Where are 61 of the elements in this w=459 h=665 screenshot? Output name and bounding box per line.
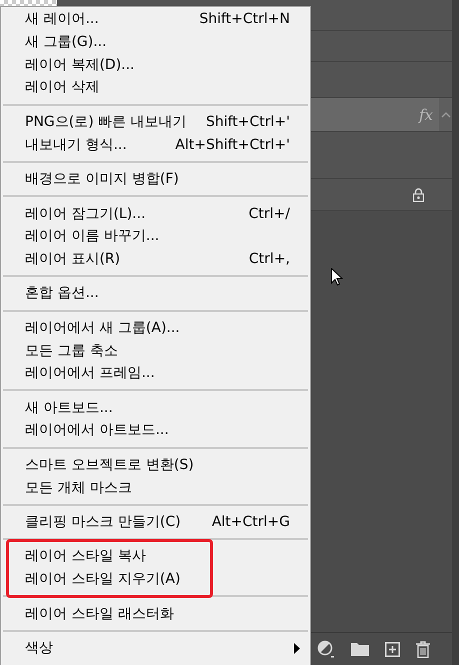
shortcut-label: Ctrl+,: [248, 250, 290, 267]
menu-item-label: 레이어 삭제: [25, 78, 100, 96]
menu-item[interactable]: 모든 개체 마스크: [1, 476, 310, 499]
new-layer-icon[interactable]: [385, 642, 400, 656]
menu-item-label: 레이어 스타일 지우기(A): [25, 570, 182, 588]
menu-item-label: 레이어 스타일 복사: [25, 547, 147, 566]
menu-item-label: 레이어 복제(D)...: [25, 56, 136, 74]
menu-item-label: 레이어 스타일 래스터화: [25, 604, 175, 623]
menu-item[interactable]: 레이어 스타일 래스터화: [1, 602, 310, 625]
trash-icon[interactable]: [416, 640, 430, 658]
menu-item[interactable]: 레이어 이름 바꾸기...: [1, 224, 310, 248]
folder-icon[interactable]: [351, 642, 369, 656]
menu-item-label: 레이어 이름 바꾸기...: [25, 227, 160, 246]
menu-item-label: 배경으로 이미지 병합(F): [25, 170, 180, 188]
menu-item[interactable]: 레이어에서 새 그룹(A)...: [1, 316, 310, 340]
menu-item[interactable]: 스마트 오브젝트로 변환(S): [1, 453, 310, 476]
menu-item[interactable]: 레이어 삭제: [1, 76, 310, 99]
menu-item-label: 내보내기 형식...: [25, 136, 128, 154]
menu-item[interactable]: 레이어 잠그기(L)... Ctrl+/: [1, 202, 310, 225]
mouse-pointer-icon: [331, 268, 343, 286]
adjustment-icon[interactable]: [317, 640, 335, 658]
menu-item[interactable]: 혼합 옵션...: [1, 282, 310, 305]
menu-item[interactable]: 새 아트보드...: [1, 396, 310, 419]
menu-item[interactable]: 배경으로 이미지 병합(F): [1, 168, 310, 190]
menu-item-label: 모든 그룹 축소: [25, 342, 119, 360]
menu-item-label: 레이어에서 새 그룹(A)...: [25, 318, 181, 337]
menu-item-label: 새 레이어...: [25, 10, 100, 28]
shortcut-label: Alt+Shift+Ctrl+': [175, 136, 290, 153]
menu-item-label: 모든 개체 마스크: [25, 478, 133, 496]
menu-item-label: 레이어 잠그기(L)...: [25, 204, 147, 222]
menu-item[interactable]: 레이어에서 프레임...: [1, 362, 310, 385]
shortcut-label: Alt+Ctrl+G: [212, 514, 290, 530]
menu-item[interactable]: 레이어에서 아트보드...: [1, 419, 310, 442]
menu-item[interactable]: PNG으(로) 빠른 내보내기 Shift+Ctrl+': [1, 110, 310, 134]
lock-icon: [413, 188, 424, 202]
menu-item[interactable]: 새 레이어... Shift+Ctrl+N: [1, 8, 310, 31]
menu-item-label: 레이어에서 아트보드...: [25, 421, 170, 440]
menu-item-label: 새 아트보드...: [25, 398, 114, 417]
menu-item[interactable]: 레이어 복제(D)...: [1, 53, 310, 76]
menu-item[interactable]: 내보내기 형식... Alt+Shift+Ctrl+': [1, 133, 310, 156]
shortcut-label: Shift+Ctrl+': [206, 114, 290, 130]
menu-item[interactable]: 레이어 표시(R) Ctrl+,: [1, 248, 310, 270]
menu-item[interactable]: 레이어 스타일 지우기(A): [1, 568, 310, 590]
menu-item-label: 클리핑 마스크 만들기(C): [25, 512, 182, 531]
menu-item-label: PNG으(로) 빠른 내보내기: [25, 112, 188, 131]
menu-item-label: 혼합 옵션...: [25, 284, 100, 302]
menu-item-label: 레이어 표시(R): [25, 250, 122, 268]
scrollbar[interactable]: [452, 0, 459, 665]
menu-item-label: 새 그룹(G)...: [25, 33, 108, 52]
menu-item-label: 레이어에서 프레임...: [25, 364, 156, 382]
menu-item[interactable]: 새 그룹(G)...: [1, 30, 310, 54]
menu-item-label: 스마트 오브젝트로 변환(S): [25, 456, 195, 474]
checker-pattern: [0, 0, 57, 6]
effects-label: fx: [418, 106, 433, 124]
shortcut-label: Ctrl+/: [248, 206, 290, 222]
shortcut-label: Shift+Ctrl+N: [199, 11, 290, 28]
menu-item-label: 색상: [25, 639, 54, 658]
menu-item[interactable]: 색상: [1, 636, 310, 660]
menu-item[interactable]: 클리핑 마스크 만들기(C) Alt+Ctrl+G: [1, 510, 310, 534]
menu-item[interactable]: 레이어 스타일 복사: [1, 545, 310, 568]
menu-item[interactable]: 모든 그룹 축소: [1, 339, 310, 362]
